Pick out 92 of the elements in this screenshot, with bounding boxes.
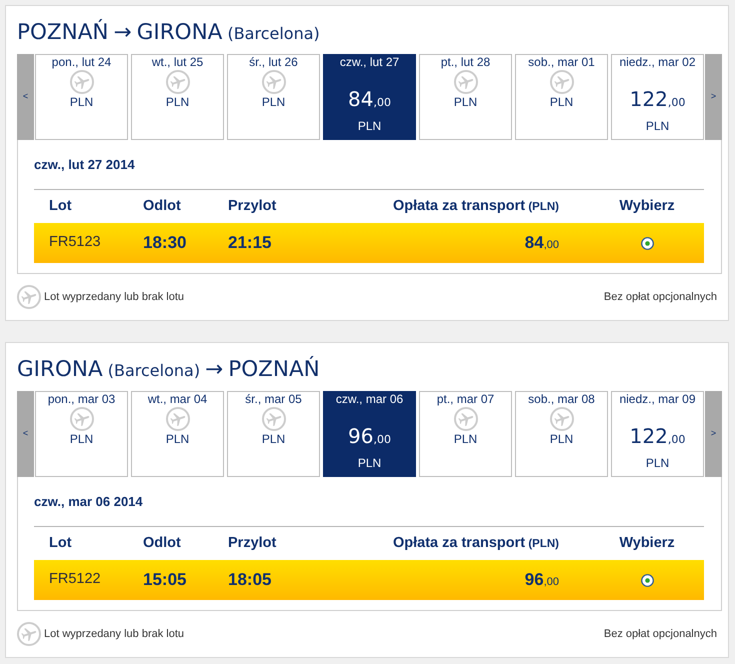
select-radio-button[interactable]	[640, 236, 654, 250]
currency-label: PLN	[358, 119, 382, 134]
currency-label: PLN	[454, 432, 478, 447]
optional-fees-note: Bez opłat opcjonalnych	[604, 626, 717, 642]
previous-dates-button[interactable]: <	[17, 391, 34, 477]
fare-price: 122,00	[630, 87, 686, 113]
flight-row[interactable]: FR5123 18:30 21:15 84,00	[34, 223, 704, 263]
arrival-time: 21:15	[228, 232, 272, 254]
fare-price: 96,00	[524, 569, 559, 591]
no-flight-plane-icon	[17, 622, 41, 646]
no-flight-plane-icon	[550, 407, 574, 431]
flight-row[interactable]: FR5122 15:05 18:05 96,00	[34, 560, 704, 600]
column-header: Odlot	[143, 196, 181, 216]
date-label: śr., lut 26	[249, 55, 298, 70]
date-card[interactable]: czw., lut 27 84,00 PLN	[323, 54, 416, 140]
departure-time: 18:30	[143, 232, 186, 254]
no-flight-plane-icon	[166, 407, 190, 431]
selected-date-heading: czw., mar 06 2014	[34, 494, 144, 510]
selected-date-heading: czw., lut 27 2014	[34, 157, 136, 173]
date-card[interactable]: wt., lut 25 PLN	[131, 54, 224, 140]
currency-label: PLN	[166, 95, 190, 110]
fare-price: 96,00	[348, 424, 391, 450]
route-title: POZNAŃ → GIRONA (Barcelona)	[17, 18, 320, 47]
date-card[interactable]: pon., lut 24 PLN	[35, 54, 128, 140]
currency-label: PLN	[550, 432, 574, 447]
date-card[interactable]: wt., mar 04 PLN	[131, 391, 224, 477]
no-flight-plane-icon	[70, 70, 94, 94]
legend-text: Lot wyprzedany lub brak lotu	[44, 626, 184, 642]
date-label: sob., mar 01	[528, 55, 595, 70]
date-label: pt., mar 07	[436, 392, 494, 407]
departure-time: 15:05	[143, 569, 186, 592]
date-label: pt., lut 28	[440, 55, 490, 70]
date-card[interactable]: śr., lut 26 PLN	[227, 54, 320, 140]
currency-label: PLN	[358, 456, 382, 471]
no-flight-plane-icon	[262, 407, 286, 431]
date-label: pon., mar 03	[48, 392, 116, 407]
date-label: śr., mar 05	[245, 392, 302, 407]
flight-number: FR5122	[49, 570, 101, 590]
no-flight-plane-icon	[70, 407, 94, 431]
date-label: czw., lut 27	[340, 55, 400, 70]
date-card[interactable]: niedz., mar 09 122,00 PLN	[611, 391, 704, 477]
column-header: Wybierz	[619, 196, 675, 216]
date-card[interactable]: śr., mar 05 PLN	[227, 391, 320, 477]
date-card[interactable]: sob., mar 08 PLN	[515, 391, 608, 477]
currency-label: PLN	[454, 95, 478, 110]
column-header: Wybierz	[619, 534, 675, 553]
column-header: Przylot	[228, 196, 276, 216]
next-dates-button[interactable]: >	[705, 391, 722, 477]
currency-label: PLN	[646, 119, 670, 134]
column-header: Opłata za transport (PLN)	[392, 534, 559, 553]
currency-label: PLN	[646, 456, 670, 471]
column-header: Lot	[49, 196, 72, 216]
date-label: niedz., mar 09	[619, 392, 696, 407]
flight-number: FR5123	[49, 233, 101, 252]
no-flight-plane-icon	[17, 285, 41, 309]
fare-price: 84,00	[348, 87, 391, 113]
date-card[interactable]: sob., mar 01 PLN	[515, 54, 608, 140]
date-label: pon., lut 24	[52, 55, 112, 70]
route-title: GIRONA (Barcelona) → POZNAŃ	[17, 355, 320, 384]
currency-label: PLN	[70, 432, 94, 447]
column-header: Opłata za transport (PLN)	[392, 196, 559, 216]
date-label: wt., mar 04	[148, 392, 208, 407]
date-card[interactable]: niedz., mar 02 122,00 PLN	[611, 54, 704, 140]
currency-label: PLN	[166, 432, 190, 447]
column-header: Lot	[49, 534, 72, 553]
column-header: Przylot	[228, 534, 276, 553]
optional-fees-note: Bez opłat opcjonalnych	[604, 290, 717, 305]
no-flight-plane-icon	[454, 70, 478, 94]
date-label: sob., mar 08	[528, 392, 595, 407]
currency-label: PLN	[262, 95, 286, 110]
currency-label: PLN	[70, 95, 94, 110]
column-header: Odlot	[143, 534, 181, 553]
date-card[interactable]: czw., mar 06 96,00 PLN	[323, 391, 416, 477]
legend-text: Lot wyprzedany lub brak lotu	[44, 290, 184, 305]
date-card[interactable]: pt., mar 07 PLN	[419, 391, 512, 477]
no-flight-plane-icon	[166, 70, 190, 94]
fare-price: 122,00	[630, 424, 686, 450]
fare-price: 84,00	[524, 232, 559, 254]
next-dates-button[interactable]: >	[705, 54, 722, 140]
select-radio-button[interactable]	[640, 574, 654, 586]
no-flight-plane-icon	[454, 407, 478, 431]
no-flight-plane-icon	[262, 70, 286, 94]
currency-label: PLN	[262, 432, 286, 447]
previous-dates-button[interactable]: <	[17, 54, 34, 140]
date-label: niedz., mar 02	[619, 55, 696, 70]
date-card[interactable]: pt., lut 28 PLN	[419, 54, 512, 140]
no-flight-plane-icon	[550, 70, 574, 94]
date-label: wt., lut 25	[152, 55, 204, 70]
currency-label: PLN	[550, 95, 574, 110]
date-card[interactable]: pon., mar 03 PLN	[35, 391, 128, 477]
date-label: czw., mar 06	[336, 392, 404, 407]
arrival-time: 18:05	[228, 569, 272, 592]
